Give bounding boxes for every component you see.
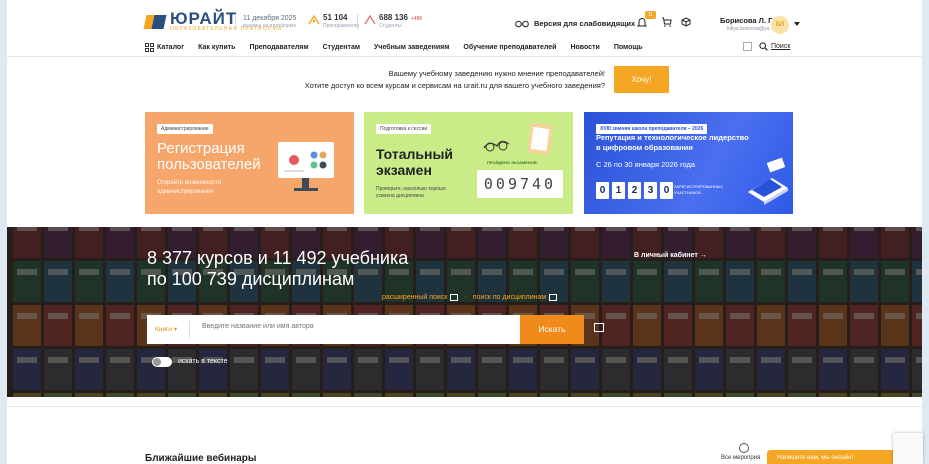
stat-label: Студенты — [379, 23, 402, 29]
toggle-label: искать в тексте — [178, 358, 228, 365]
divider — [189, 321, 190, 338]
search-type-select[interactable]: Книги ▾ — [155, 325, 177, 333]
cart-icon[interactable] — [661, 17, 672, 27]
keyboard-icon[interactable] — [743, 42, 752, 51]
digits-label: ЗАРЕГИСТРИРОВАННЫХ УЧАСТНИКОВ — [674, 184, 724, 195]
hero-title: 8 377 курсов и 11 492 учебника по 100 73… — [147, 248, 408, 290]
promo-text: Вашему учебному заведению нужно мнение п… — [7, 68, 605, 92]
card-tag: Подготовка к сессии — [376, 124, 432, 134]
search-link[interactable]: Поиск — [743, 42, 790, 51]
divider — [357, 14, 358, 30]
top-header: ЮРАЙТ ОБРАЗОВАТЕЛЬНАЯ ПЛАТФОРМА 11 декаб… — [7, 0, 922, 40]
hero-title-line-2: по 100 739 дисциплинам — [147, 269, 355, 289]
nav-item-students[interactable]: Студентам — [323, 44, 360, 51]
digit: 0 — [660, 182, 673, 199]
cabinet-link[interactable]: В личный кабинет → — [634, 252, 707, 259]
card-text: Проверьте, насколько хорошо усвоена дисц… — [376, 186, 446, 199]
digit: 2 — [628, 182, 641, 199]
promo-line-2: Хотите доступ ко всем курсам и сервисам … — [304, 81, 605, 90]
vision-label: Версия для слабовидящих — [534, 19, 636, 28]
user-info[interactable]: Борисова Л. Г. lidiya.borisova@ya... — [720, 16, 774, 32]
stat-label: Преподаватели — [323, 23, 360, 29]
date-subtitle: вузовец на платформе — [243, 23, 297, 29]
digit: 1 — [612, 182, 625, 199]
nav-item-institutions[interactable]: Учебным заведениям — [374, 44, 449, 51]
nav-item-teacher-training[interactable]: Обучение преподавателей — [463, 44, 556, 51]
box-icon[interactable] — [681, 17, 691, 27]
card-winter-school[interactable]: XVIII зимняя школа преподавателя – 2026 … — [584, 112, 793, 214]
stat-teachers: 51 104 Преподаватели — [308, 13, 359, 29]
card-user-registration[interactable]: Администрирование Регистрация пользовате… — [145, 112, 354, 214]
user-name: Борисова Л. Г. — [720, 16, 774, 25]
search-button[interactable]: Искать — [520, 315, 584, 344]
user-email: lidiya.borisova@ya... — [727, 26, 774, 32]
keyboard-icon[interactable] — [450, 294, 459, 301]
hero-overlay — [7, 227, 922, 397]
chevron-down-icon[interactable] — [794, 22, 800, 26]
stat-plus: +486 — [410, 16, 423, 22]
promo-line-1: Вашему учебному заведению нужно мнение п… — [388, 69, 605, 78]
stat-value: 688 136 — [379, 13, 408, 22]
digit: 0 — [596, 182, 609, 199]
glasses-clipboard-icon — [483, 122, 553, 156]
discipline-search-link[interactable]: поиск по дисциплинам — [473, 294, 547, 301]
glasses-icon — [515, 20, 529, 27]
stat-students: 688 136 +486 Студенты — [364, 13, 422, 29]
card-title: Регистрация пользователей — [157, 140, 261, 173]
card-total-exam[interactable]: Подготовка к сессии Тотальный экзамен Пр… — [364, 112, 573, 214]
nav-item-catalog[interactable]: Каталог — [145, 43, 184, 52]
hero-search-section: 8 377 курсов и 11 492 учебника по 100 73… — [7, 227, 922, 397]
vision-version-link[interactable]: Версия для слабовидящих — [515, 19, 635, 28]
card-title: Тотальный экзамен — [376, 146, 454, 178]
card-title: Репутация и технологическое лидерство в … — [596, 133, 749, 152]
search-box: Книги ▾ Искать — [147, 315, 584, 344]
notification-badge: 11 — [645, 11, 656, 19]
card-dates: С 26 по 30 января 2026 года — [596, 160, 696, 169]
laptop-illustration-icon — [748, 157, 788, 205]
counter-label: ПРОЙДЕНО ЭКЗАМЕНОВ — [487, 160, 537, 165]
all-events-link[interactable]: Все мероприя — [721, 455, 760, 461]
nav-item-teachers[interactable]: Преподавателям — [249, 44, 308, 51]
search-in-text-toggle[interactable] — [152, 357, 172, 367]
monitor-illustration-icon — [278, 142, 334, 191]
search-label: Поиск — [771, 43, 791, 50]
want-button[interactable]: Хочу! — [614, 66, 669, 93]
page: ЮРАЙТ ОБРАЗОВАТЕЛЬНАЯ ПЛАТФОРМА 11 декаб… — [7, 0, 922, 464]
teacher-icon — [308, 14, 320, 25]
date: 11 декабря 2025 вузовец на платформе — [243, 15, 296, 29]
card-text: Откройте возможности администрирования — [157, 180, 222, 195]
webinars-heading: Ближайшие вебинары — [145, 453, 257, 464]
participants-counter: 0 1 2 3 0 — [596, 182, 676, 199]
divider — [7, 56, 922, 57]
digit: 3 — [644, 182, 657, 199]
logo-icon — [143, 13, 167, 31]
search-icon — [759, 42, 768, 51]
avatar[interactable]: БЛ — [771, 16, 789, 34]
nav-item-how-to-buy[interactable]: Как купить — [198, 44, 235, 51]
recaptcha-badge[interactable] — [893, 433, 923, 464]
keyboard-icon[interactable] — [549, 294, 558, 301]
chat-label: Напишите нам, мы онлайн! — [777, 455, 854, 461]
hero-title-line-1: 8 377 курсов и 11 492 учебника — [147, 248, 409, 268]
search-options: расширенный поиск · поиск по дисциплинам — [382, 294, 563, 301]
separator-dot: · — [464, 294, 467, 301]
student-icon — [364, 14, 376, 25]
divider — [235, 14, 236, 30]
exam-counter: 009740 — [477, 170, 563, 198]
date-text: 11 декабря 2025 — [243, 15, 297, 22]
clock-icon — [739, 443, 749, 453]
nav-item-news[interactable]: Новости — [570, 44, 599, 51]
main-nav: Каталог Как купить Преподавателям Студен… — [145, 43, 657, 52]
grid-icon — [145, 43, 154, 52]
keyboard-icon[interactable] — [594, 323, 604, 332]
nav-item-help[interactable]: Помощь — [614, 44, 643, 51]
chat-widget[interactable]: Напишите нам, мы онлайн! — [767, 450, 910, 464]
stat-value: 51 104 — [323, 13, 348, 22]
advanced-search-link[interactable]: расширенный поиск — [382, 294, 447, 301]
divider — [7, 406, 922, 407]
nav-label: Каталог — [157, 44, 185, 51]
search-input[interactable] — [202, 323, 502, 330]
card-tag: Администрирование — [157, 124, 213, 134]
